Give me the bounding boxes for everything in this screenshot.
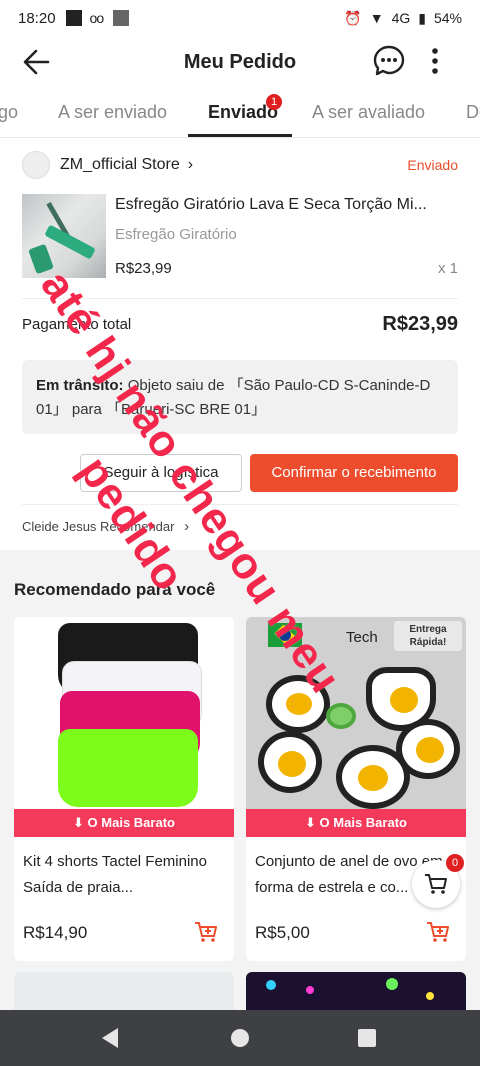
tab-shipped-badge: 1 — [266, 94, 282, 110]
mop-head — [44, 224, 96, 260]
cheapest-banner: ⬇ O Mais Barato — [14, 809, 234, 837]
transit-info[interactable]: Em trânsito: Objeto saiu de 「São Paulo-C… — [22, 360, 458, 434]
app-bar: Meu Pedido — [0, 36, 480, 88]
product-price: R$5,00 — [255, 923, 310, 942]
egg-ring-round — [336, 745, 410, 809]
divider — [22, 298, 458, 299]
order-status-label: Enviado — [407, 157, 458, 173]
nav-home-icon[interactable] — [231, 1029, 249, 1047]
transit-label: Em trânsito: — [36, 377, 124, 394]
floating-cart-button[interactable]: 0 — [412, 854, 464, 908]
tab-active-indicator — [188, 134, 292, 137]
product-title[interactable]: Esfregão Giratório Lava E Seca Torção Mi… — [115, 196, 455, 214]
back-arrow-icon[interactable] — [18, 46, 58, 78]
green-silicone-ring — [326, 703, 356, 729]
nav-recents-icon[interactable] — [358, 1029, 376, 1047]
egg-ring — [266, 675, 330, 733]
more-options-icon[interactable] — [424, 46, 446, 76]
product-name: Kit 4 shorts Tactel Feminino Saída de pr… — [23, 853, 207, 896]
alarm-icon: ⏰ — [344, 9, 362, 26]
recommendations-title: Recomendado para você — [14, 580, 216, 599]
tab-to-pay[interactable]: go — [0, 102, 18, 123]
product-card-peek[interactable] — [246, 972, 466, 1012]
chevron-right-icon: › — [184, 518, 190, 535]
product-price: R$23,99 — [115, 260, 172, 277]
store-row[interactable]: ZM_official Store › Enviado — [22, 151, 458, 179]
arrow-down-icon: ⬇ — [305, 815, 320, 830]
signal-icon: ▼ — [369, 10, 384, 26]
cart-badge: 0 — [446, 854, 464, 872]
gallery-notification-icon — [113, 10, 130, 26]
order-status-tabs: go A ser enviado Enviado 1 A ser avaliad… — [0, 88, 480, 138]
store-avatar — [22, 151, 50, 179]
status-right: ⏰ ▼ 4G ▮ 54% — [344, 10, 462, 27]
product-thumbnail[interactable] — [22, 194, 106, 278]
tab-to-ship[interactable]: A ser enviado — [58, 102, 167, 123]
status-time: 18:20 — [18, 9, 56, 27]
add-to-cart-icon[interactable] — [194, 921, 218, 943]
tab-returns[interactable]: De — [466, 102, 480, 123]
tab-to-review[interactable]: A ser avaliado — [312, 102, 425, 123]
page-title: Meu Pedido — [183, 50, 297, 73]
chevron-right-icon: › — [187, 156, 194, 173]
total-value: R$23,99 — [382, 313, 458, 335]
banner-label: O Mais Barato — [87, 815, 175, 830]
brazil-flag-icon — [268, 623, 302, 647]
fast-delivery-badge: Entrega Rápida! — [394, 621, 462, 651]
product-image-shorts — [14, 617, 234, 809]
product-price: R$14,90 — [23, 923, 88, 942]
notification-icon — [65, 10, 82, 26]
cheapest-banner: ⬇ O Mais Barato — [246, 809, 466, 837]
product-image-egg-rings: Tech Entrega Rápida! — [246, 617, 466, 809]
banner-label: O Mais Barato — [319, 815, 407, 830]
short-green — [58, 729, 198, 807]
chat-icon[interactable] — [372, 44, 406, 78]
recommend-text: Cleide Jesus Recomendar — [22, 519, 175, 534]
recommend-row[interactable]: Cleide Jesus Recomendar › — [22, 518, 189, 535]
confirm-receipt-button[interactable]: Confirmar o recebimento — [250, 454, 458, 492]
fast-delivery-label: Entrega Rápida! — [409, 624, 447, 648]
product-card[interactable]: ⬇ O Mais Barato Kit 4 shorts Tactel Femi… — [14, 617, 234, 961]
voicemail-icon: oo — [89, 10, 105, 26]
recommendations-section: Recomendado para você ⬇ O Mais Barato Ki… — [0, 550, 480, 1010]
product-card[interactable]: Tech Entrega Rápida! ⬇ O Mais Barato Con… — [246, 617, 466, 961]
order-card: ZM_official Store › Enviado Esfregão Gir… — [0, 138, 480, 550]
track-shipment-button[interactable]: Seguir à logística — [80, 454, 242, 492]
nav-back-icon[interactable] — [102, 1028, 118, 1048]
product-card-peek[interactable] — [14, 972, 234, 1012]
egg-ring-flower — [258, 731, 322, 793]
total-label: Pagamento total — [22, 316, 132, 333]
store-name[interactable]: ZM_official Store — [60, 156, 180, 174]
brand-logo: Tech — [346, 629, 378, 646]
network-type: 4G — [391, 10, 411, 26]
status-bar: 18:20 oo ⏰ ▼ 4G ▮ 54% — [0, 0, 480, 36]
mop-bucket — [28, 243, 54, 275]
battery-level: 54% — [433, 10, 462, 26]
arrow-down-icon: ⬇ — [73, 815, 88, 830]
battery-icon: ▮ — [418, 9, 426, 26]
add-to-cart-icon[interactable] — [426, 921, 450, 943]
shopping-cart-icon — [425, 874, 447, 894]
divider — [22, 504, 458, 505]
system-nav-bar — [0, 1010, 480, 1066]
product-variant: Esfregão Giratório — [115, 226, 237, 243]
product-quantity: x 1 — [437, 260, 458, 277]
